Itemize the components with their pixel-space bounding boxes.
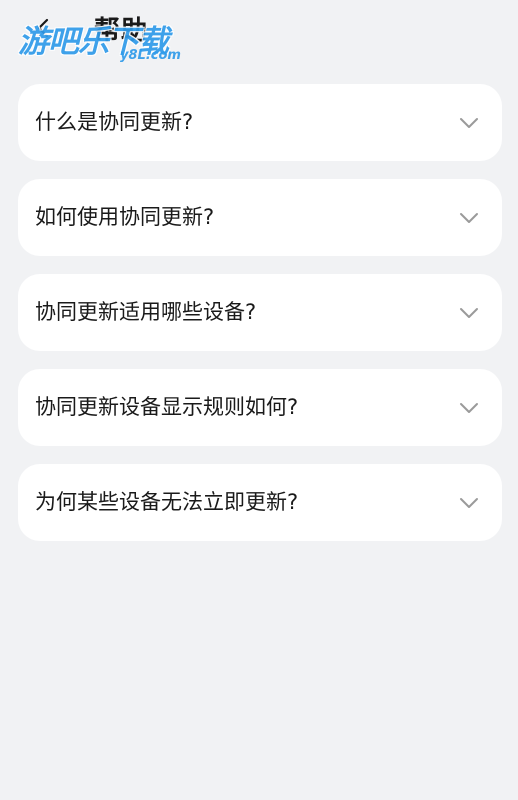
page-title: 帮助 [94,16,149,46]
chevron-down-icon [460,403,478,413]
faq-item[interactable]: 为何某些设备无法立即更新? [18,464,502,541]
faq-list: 什么是协同更新? 如何使用协同更新? 协同更新适用哪些设备? 协同更新设备显示规… [18,84,502,559]
back-button[interactable] [26,10,62,46]
faq-question: 如何使用协同更新? [35,205,215,229]
back-arrow-icon [37,18,49,38]
faq-item[interactable]: 如何使用协同更新? [18,179,502,256]
header: 帮助 [0,0,518,64]
faq-item[interactable]: 协同更新适用哪些设备? [18,274,502,351]
faq-question: 为何某些设备无法立即更新? [35,490,299,514]
chevron-down-icon [460,498,478,508]
faq-item[interactable]: 协同更新设备显示规则如何? [18,369,502,446]
faq-question: 什么是协同更新? [35,110,194,134]
faq-item[interactable]: 什么是协同更新? [18,84,502,161]
chevron-down-icon [460,213,478,223]
chevron-down-icon [460,118,478,128]
faq-question: 协同更新设备显示规则如何? [35,395,299,419]
faq-question: 协同更新适用哪些设备? [35,300,257,324]
chevron-down-icon [460,308,478,318]
